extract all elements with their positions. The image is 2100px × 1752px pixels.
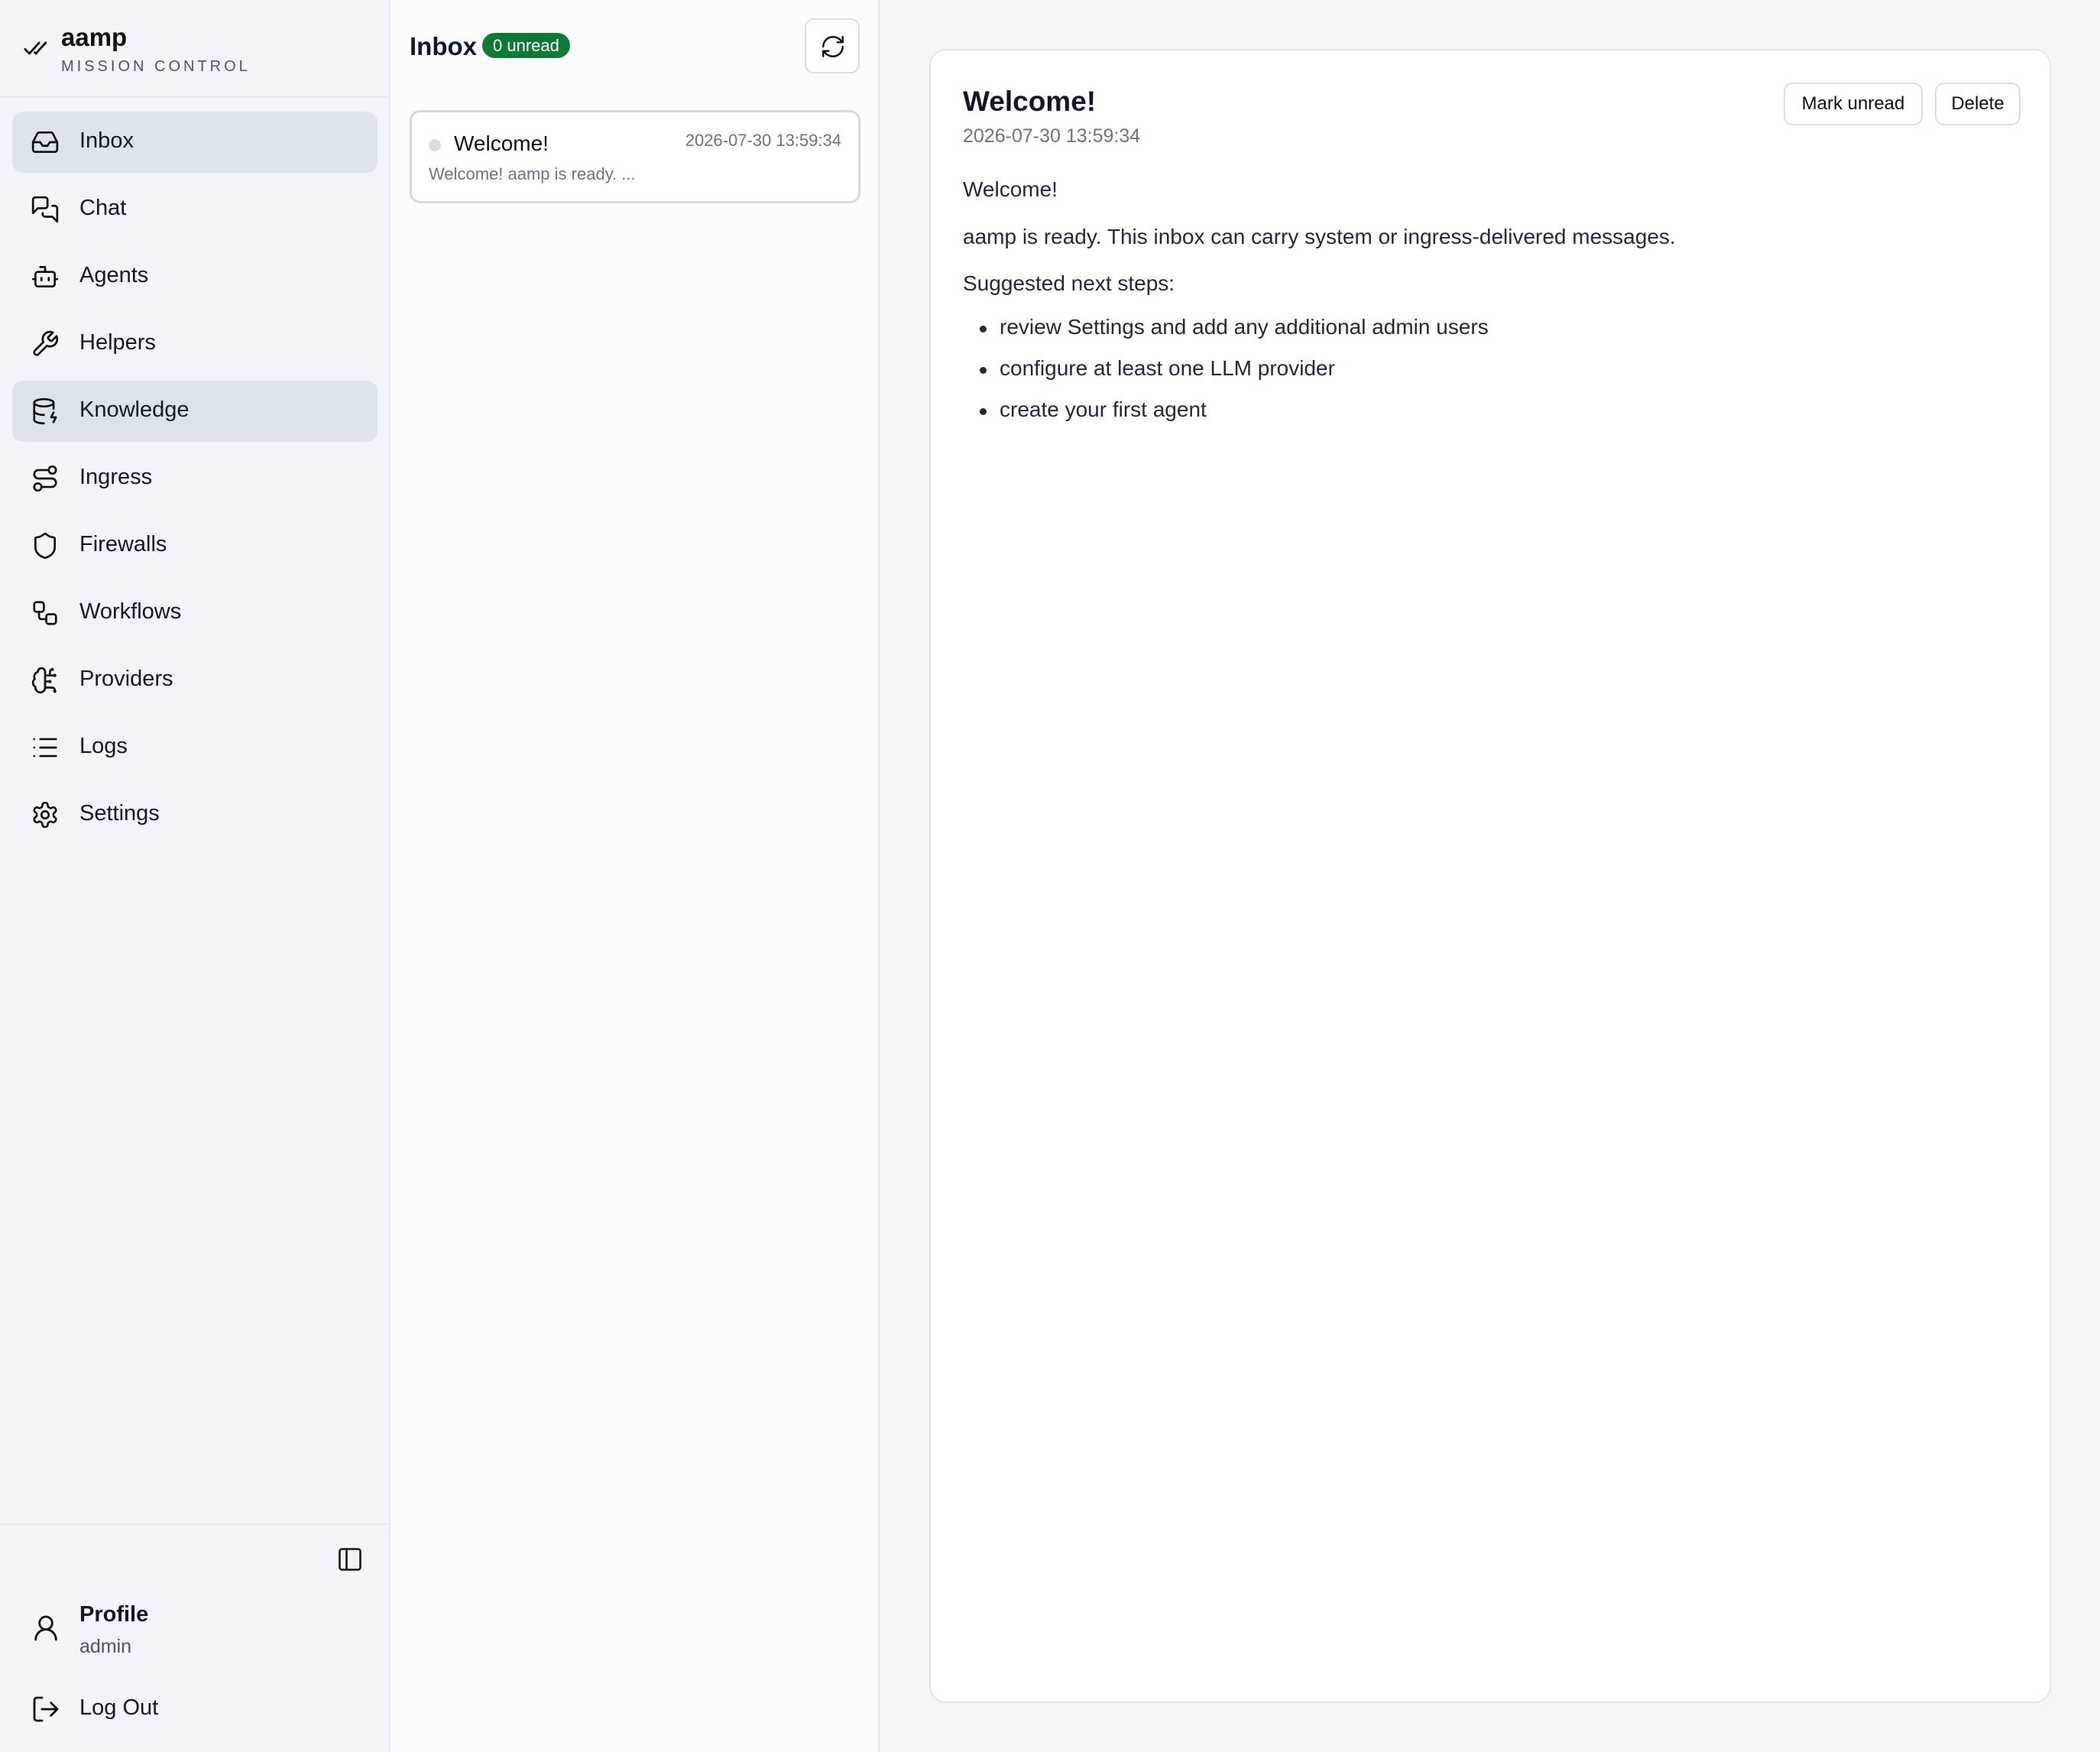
sidebar-item-workflows[interactable]: Workflows [12,582,378,644]
list-item: configure at least one LLM provider [963,356,1489,397]
read-status-dot [429,139,441,151]
chat-icon [31,196,59,223]
sidebar-item-logs[interactable]: Logs [12,717,378,778]
sidebar-item-label: Chat [79,196,127,220]
sidebar-item-firewalls[interactable]: Firewalls [12,515,378,576]
sidebar-item-chat[interactable]: Chat [12,179,378,240]
brain-icon [31,667,57,694]
sidebar-divider [0,1523,389,1525]
sidebar-item-label: Logs [79,734,128,758]
brand-subtitle: MISSION CONTROL [61,58,251,75]
gear-icon [33,801,57,829]
delete-button[interactable]: Delete [1935,83,2021,125]
refresh-icon [822,36,844,57]
sidebar-item-label: Knowledge [79,397,190,422]
sidebar: aamp MISSION CONTROL Inbox Chat Agents H… [0,0,391,1752]
workflow-icon [33,601,57,625]
sidebar-item-label: Agents [79,263,149,287]
bot-icon [31,265,59,288]
wrench-icon [33,330,59,356]
sidebar-item-settings[interactable]: Settings [12,784,378,845]
brand: aamp MISSION CONTROL [0,0,389,98]
sidebar-item-agents[interactable]: Agents [12,246,378,307]
profile-role: admin [79,1636,132,1657]
list-item: review Settings and add any additional a… [963,315,1489,356]
sidebar-item-label: Helpers [79,330,156,355]
logout-label: Log Out [79,1695,159,1720]
sidebar-item-helpers[interactable]: Helpers [12,313,378,375]
next-steps-list: review Settings and add any additional a… [963,315,1489,439]
sidebar-item-label: Ingress [79,465,153,489]
sidebar-item-ingress[interactable]: Ingress [12,448,378,509]
detail-paragraph: Welcome! [963,177,1058,201]
unread-badge: 0 unread [482,33,570,58]
detail-title: Welcome! [963,86,1097,117]
sidebar-item-inbox[interactable]: Inbox [12,112,378,173]
inbox-icon [31,131,59,154]
list-title: Inbox [410,32,477,60]
message-detail: Welcome! 2026-07-30 13:59:34 Mark unread… [929,49,2051,1703]
mark-unread-button[interactable]: Mark unread [1784,83,1923,125]
message-time: 2026-07-30 13:59:34 [685,131,841,150]
sidebar-item-label: Workflows [79,599,182,624]
message-title: Welcome! [454,131,549,155]
refresh-button[interactable] [805,18,860,73]
route-icon [33,465,57,492]
sidebar-item-label: Settings [79,801,160,826]
detail-paragraph: Suggested next steps: [963,271,1175,295]
message-preview: Welcome! aamp is ready. ... [429,164,636,183]
sidebar-item-label: Providers [79,667,173,691]
user-icon [34,1615,57,1641]
list-icon [33,738,57,758]
double-check-icon [24,41,47,55]
shield-icon [34,532,57,560]
detail-date: 2026-07-30 13:59:34 [963,125,1141,147]
sidebar-item-knowledge[interactable]: Knowledge [12,381,378,442]
logout-icon [33,1696,59,1722]
database-icon [33,397,57,425]
sidebar-item-providers[interactable]: Providers [12,650,378,711]
message-list-item[interactable]: Welcome! 2026-07-30 13:59:34 Welcome! aa… [410,110,860,203]
list-item: create your first agent [963,397,1489,439]
profile-name: Profile [79,1602,149,1627]
message-list-pane: Inbox 0 unread Welcome! 2026-07-30 13:59… [391,0,880,1752]
detail-paragraph: aamp is ready. This inbox can carry syst… [963,225,1676,248]
panel-toggle-icon[interactable] [336,1546,364,1573]
sidebar-item-label: Inbox [79,128,134,153]
sidebar-item-label: Firewalls [79,532,167,556]
brand-name: aamp [61,23,128,51]
